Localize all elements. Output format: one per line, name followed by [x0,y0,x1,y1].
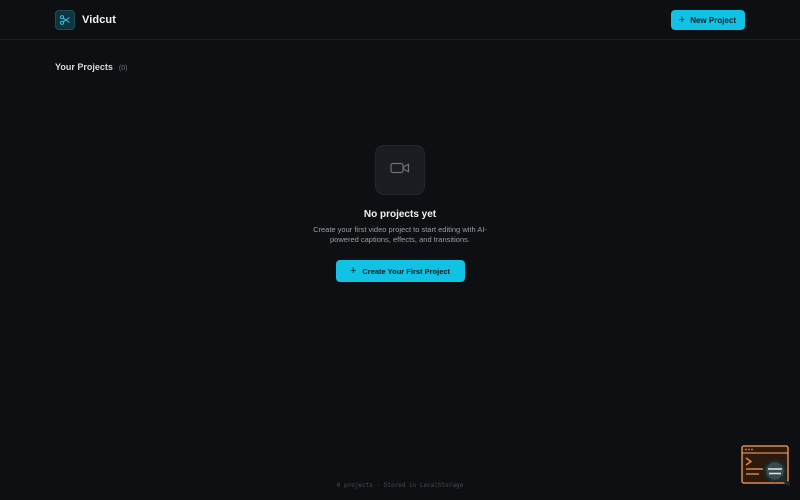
app-name: Vidcut [82,14,117,26]
create-first-project-label: Create Your First Project [362,266,451,276]
app-root: Vidcut + New Project Your Projects (0) N… [0,0,800,500]
empty-state-icon-box [375,145,425,195]
projects-count: (0) [118,65,128,72]
new-project-label: New Project [690,15,736,25]
new-project-button[interactable]: + New Project [670,10,745,30]
top-bar: Vidcut + New Project [0,0,800,40]
plus-icon: + [349,264,357,277]
create-first-project-button[interactable]: + Create Your First Project [335,260,465,282]
brand[interactable]: Vidcut [55,10,116,30]
empty-state-description: Create your first video project to start… [313,225,487,244]
projects-title: Your Projects [55,62,113,72]
plus-icon: + [678,13,686,26]
video-camera-icon [390,161,410,180]
empty-state-title: No projects yet [363,209,437,220]
empty-state: No projects yet Create your first video … [0,145,800,282]
scissors-icon [55,10,75,30]
terminal-search-icon[interactable] [741,445,791,487]
projects-heading: Your Projects (0) [55,62,127,72]
footer-status: 0 projects · Stored in LocalStorage [336,482,464,489]
